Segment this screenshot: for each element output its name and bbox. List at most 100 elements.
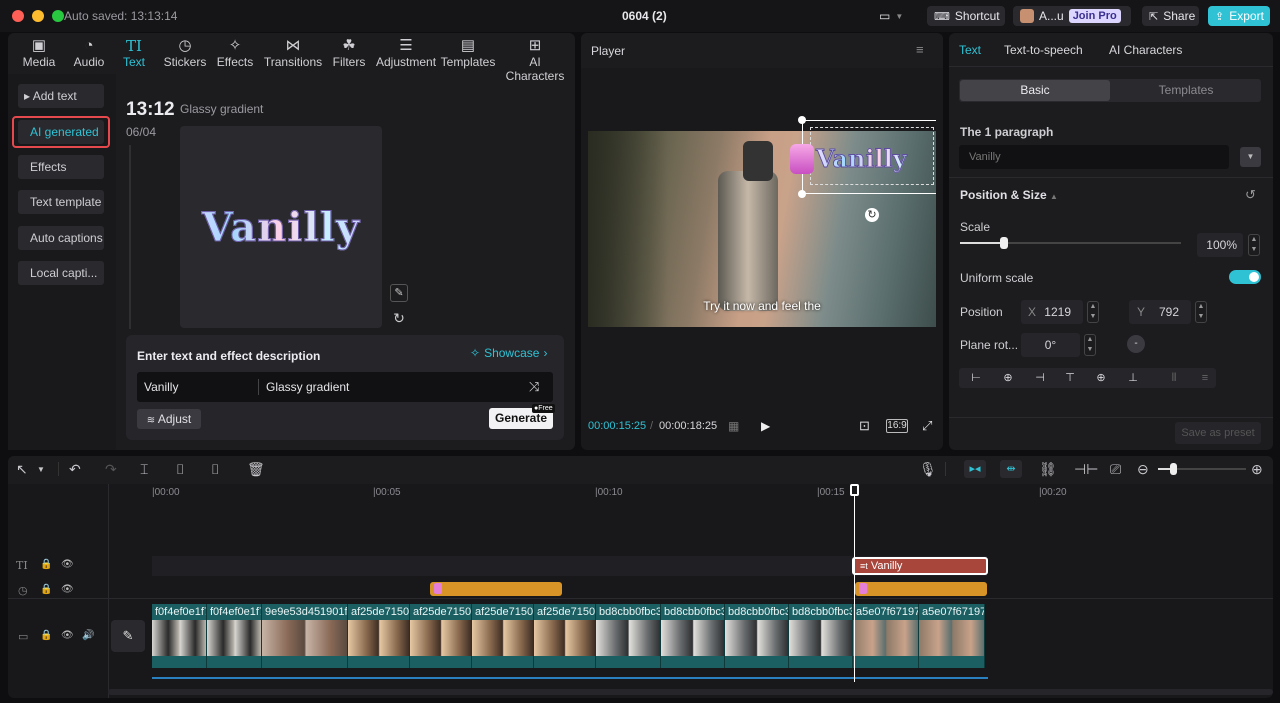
tab-ai-characters[interactable]: ⊞ AI Characters [500,33,570,83]
menu-icon[interactable]: ≡ [916,42,924,57]
maximize-window-button[interactable] [52,10,64,22]
sticker-clip[interactable] [855,582,987,596]
align-top-icon[interactable]: ⊤ [1056,369,1084,387]
text-input[interactable]: Vanilly [144,380,178,394]
cover-edit-icon[interactable]: ✎ [111,620,145,652]
scale-stepper[interactable]: ▲ ▼ [1248,234,1260,256]
tab-effects[interactable]: ✧ Effects [212,33,258,69]
zoom-slider[interactable] [1158,463,1246,475]
auto-snap-icon[interactable]: ⇹ [1000,460,1022,478]
position-y-input[interactable]: Y 792 [1129,300,1191,324]
history-scrollbar[interactable] [129,145,131,329]
align-right-icon[interactable]: ⊣ [1026,369,1054,387]
adjust-button[interactable]: ≋ Adjust [137,409,201,429]
tab-audio[interactable]: ◔ Audio [64,33,114,69]
eye-icon[interactable]: 👁 [61,630,74,641]
sticker-clip[interactable] [430,582,562,596]
tab-text-to-speech[interactable]: Text-to-speech [1004,43,1083,57]
sidebar-item-add-text[interactable]: ▸ Add text [18,84,104,108]
uniform-scale-toggle[interactable] [1229,270,1261,284]
video-clip[interactable]: f0f4ef0e1f7 [152,604,207,668]
tab-adjustment[interactable]: ☰ Adjustment [376,33,436,69]
playhead[interactable] [854,484,855,682]
align-center-horizontal-icon[interactable]: ⊕ [994,369,1022,387]
fit-screen-icon[interactable]: ⊡ [859,418,870,434]
rotate-icon[interactable]: ↻ [865,208,879,222]
sidebar-item-text-template[interactable]: Text template [18,190,104,214]
screen-icon[interactable]: ⎚ [1110,461,1121,478]
rotation-stepper[interactable]: ▲ ▼ [1084,334,1096,356]
rotation-dial[interactable]: - [1127,335,1145,353]
rotation-input[interactable]: 0° [1021,333,1080,357]
redo-icon[interactable]: ↷ [105,461,117,478]
preview-axis-icon[interactable]: ⊣⊢ [1074,461,1098,478]
tab-templates[interactable]: ▤ Templates [440,33,496,69]
minimize-window-button[interactable] [32,10,44,22]
showcase-link[interactable]: ✧ Showcase › [470,346,547,360]
generated-preview[interactable]: Vanilly [180,126,382,328]
video-clip[interactable]: af25de71501 [410,604,472,668]
timeline-scrollbar[interactable] [108,689,1273,695]
video-clip[interactable]: a5e07f671975 [919,604,985,668]
video-clip[interactable]: af25de71501 [534,604,596,668]
zoom-in-icon[interactable]: ⊕ [1251,461,1263,478]
subtab-basic[interactable]: Basic [960,80,1110,101]
tab-transitions[interactable]: ⋈ Transitions [262,33,324,69]
align-left-icon[interactable]: ⊢ [962,369,990,387]
resize-handle-top-left[interactable] [798,116,806,124]
lock-icon[interactable]: 🔒 [40,584,52,595]
lock-icon[interactable]: 🔒 [40,559,52,570]
video-clip[interactable]: bd8cbb0fbc3 [596,604,661,668]
lock-icon[interactable]: 🔒 [40,630,52,641]
y-stepper[interactable]: ▲ ▼ [1195,301,1207,323]
split-left-icon[interactable]: ⌷ [176,461,184,478]
scale-slider-knob[interactable] [1000,237,1009,249]
sidebar-item-effects[interactable]: Effects [18,155,104,179]
paragraph-dropdown[interactable]: ▼ [1240,147,1261,167]
video-clip[interactable]: bd8cbb0fbc3 [789,604,853,668]
regenerate-icon[interactable]: ↻ [390,309,408,327]
text-clip[interactable]: ≡t Vanilly [852,557,988,575]
sidebar-item-auto-captions[interactable]: Auto captions [18,226,104,250]
reset-icon[interactable]: ↺ [1245,187,1256,203]
position-x-input[interactable]: X 1219 [1021,300,1083,324]
video-clip[interactable]: 9e9e53d451901f8 [262,604,348,668]
sidebar-item-local-captions[interactable]: Local capti... [18,261,104,285]
join-pro-badge[interactable]: Join Pro [1068,9,1121,23]
export-button[interactable]: ⇪ Export [1208,6,1270,26]
speaker-icon[interactable]: 🔊 [82,630,94,641]
paragraph-input[interactable]: Vanilly [959,145,1229,169]
eye-icon[interactable]: 👁 [61,584,74,595]
tab-stickers[interactable]: ◷ Stickers [160,33,210,69]
scale-slider-track[interactable] [960,237,1181,249]
play-icon[interactable]: ▶ [761,419,770,433]
share-button[interactable]: ⇱ Share [1142,6,1199,26]
distribute-vertical-icon[interactable]: ≡ [1191,369,1219,387]
delete-icon[interactable]: 🗑 [247,461,265,478]
fullscreen-icon[interactable]: ⤢ [922,418,932,434]
subtab-templates[interactable]: Templates [1111,80,1261,101]
undo-icon[interactable]: ↶ [69,461,81,478]
align-bottom-icon[interactable]: ⊥ [1119,369,1147,387]
split-icon[interactable]: ⌶ [140,461,148,478]
tab-text[interactable]: TI Text [114,33,154,69]
zoom-slider-knob[interactable] [1170,463,1177,475]
link-icon[interactable]: ⛓ [1039,461,1057,478]
playhead-handle[interactable] [850,484,859,496]
user-account[interactable]: A...u Join Pro [1013,6,1131,26]
shuffle-icon[interactable]: ⤨ [529,379,539,395]
video-clip[interactable]: f0f4ef0e1f7 [207,604,262,668]
split-right-icon[interactable]: ⌷ [211,461,219,478]
chevron-down-icon[interactable]: ▼ [37,465,45,474]
scale-input[interactable]: 100% [1197,233,1243,257]
eye-icon[interactable]: 👁 [61,559,74,570]
main-track-magnet-icon[interactable]: ▸◂ [964,460,986,478]
select-tool-icon[interactable]: ↖ [16,461,28,478]
tab-ai-characters-properties[interactable]: AI Characters [1109,43,1182,57]
video-clip[interactable]: bd8cbb0fbc3 [661,604,725,668]
sidebar-item-ai-generated[interactable]: AI generated [18,120,104,144]
timeline-grid-icon[interactable]: ▦ [728,419,739,433]
save-preset-button[interactable]: Save as preset [1175,422,1261,444]
tab-media[interactable]: ▣ Media [14,33,64,69]
video-clip[interactable]: a5e07f671975 [853,604,919,668]
